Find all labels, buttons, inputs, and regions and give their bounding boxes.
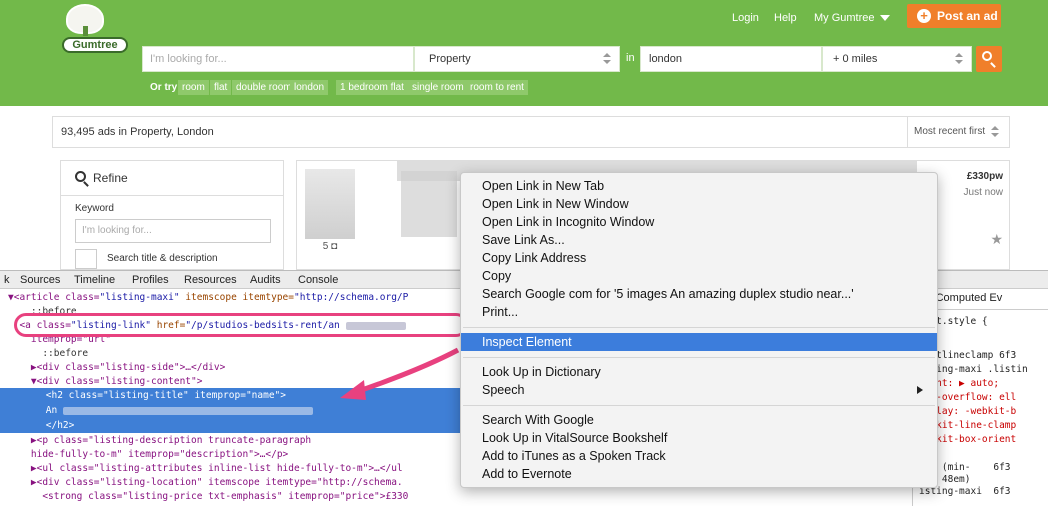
menu-separator [463, 405, 935, 406]
dom-node[interactable]: ▶<div class="listing-location" itemscope… [8, 475, 403, 490]
menu-separator [463, 357, 935, 358]
divider [61, 195, 283, 196]
sort-select[interactable]: Most recent first [907, 117, 1009, 147]
attr-value: "listing-maxi" [99, 292, 180, 303]
tree-icon [66, 4, 104, 36]
site-header: Gumtree Login Help My Gumtree + Post an … [0, 0, 1048, 106]
context-menu: Open Link in New Tab Open Link in New Wi… [460, 172, 938, 488]
menu-copy-link-address[interactable]: Copy Link Address [461, 249, 937, 267]
keyword-input[interactable]: I'm looking for... [75, 219, 271, 243]
select-arrows-icon [603, 53, 611, 65]
post-ad-label: Post an ad [937, 9, 998, 23]
tab-resources[interactable]: Resources [184, 274, 237, 286]
attr-value: "http://schema.org/P [293, 292, 409, 303]
results-count: 93,495 ads in Property, London [61, 126, 214, 138]
suggestion-tag[interactable]: flat [210, 80, 232, 95]
menu-vitalsource[interactable]: Look Up in VitalSource Bookshelf [461, 429, 937, 447]
plus-icon: + [917, 9, 931, 23]
logo-text[interactable]: Gumtree [62, 37, 128, 53]
node-text: An [0, 405, 58, 416]
dom-node[interactable]: ▶<div class="listing-side">…</div> [8, 360, 225, 375]
refine-panel: Refine Keyword I'm looking for... Search… [60, 160, 284, 270]
tab-audits[interactable]: Audits [250, 274, 281, 286]
listing-image [401, 171, 457, 237]
menu-separator [463, 327, 935, 328]
menu-inspect-element[interactable]: Inspect Element [461, 333, 937, 351]
dom-node[interactable]: ::before [8, 346, 88, 361]
suggestion-tag[interactable]: single room [408, 80, 468, 95]
menu-speech-label: Speech [482, 383, 525, 397]
search-input[interactable]: I'm looking for... [142, 46, 414, 72]
refine-title: Refine [93, 171, 128, 185]
dom-node[interactable]: ▼<article class="listing-maxi" itemscope… [8, 290, 408, 305]
photo-count: 5 ◘ [305, 241, 355, 252]
select-arrows-icon [955, 53, 963, 65]
listing-thumbnail[interactable] [305, 169, 355, 239]
camera-icon: ◘ [331, 241, 338, 252]
menu-speech[interactable]: Speech [461, 381, 937, 399]
attr-name: itemscope itemtype= [179, 292, 294, 303]
chevron-right-icon [917, 386, 923, 394]
post-ad-button[interactable]: + Post an ad [907, 4, 1001, 28]
distance-select[interactable]: + 0 miles [822, 46, 972, 72]
listing-price: £330pw [966, 171, 1003, 182]
tab-sources[interactable]: Sources [20, 274, 60, 286]
suggestion-tag[interactable]: room [178, 80, 209, 95]
distance-value: + 0 miles [833, 53, 878, 65]
menu-search-with-google[interactable]: Search With Google [461, 411, 937, 429]
results-bar: 93,495 ads in Property, London Most rece… [52, 116, 1010, 148]
location-input[interactable]: london [640, 46, 822, 72]
photo-count-value: 5 [322, 241, 329, 252]
my-gumtree-link[interactable]: My Gumtree [814, 12, 875, 24]
dom-node-selected[interactable]: </h2> [0, 418, 460, 433]
menu-print[interactable]: Print... [461, 303, 937, 321]
tag-text: ▼<article class= [8, 292, 100, 303]
dom-node-selected[interactable]: An [0, 403, 460, 418]
dom-node[interactable]: ▼<div class="listing-content"> [8, 374, 203, 389]
menu-open-new-tab[interactable]: Open Link in New Tab [461, 177, 937, 195]
login-link[interactable]: Login [732, 12, 759, 24]
search-icon [75, 171, 86, 182]
chevron-down-icon[interactable] [880, 15, 890, 21]
search-title-checkbox[interactable] [75, 249, 97, 269]
search-button[interactable] [976, 46, 1002, 72]
menu-look-up-dictionary[interactable]: Look Up in Dictionary [461, 363, 937, 381]
menu-itunes-spoken-track[interactable]: Add to iTunes as a Spoken Track [461, 447, 937, 465]
tab-profiles[interactable]: Profiles [132, 274, 169, 286]
sort-value: Most recent first [914, 126, 986, 137]
redacted-text [62, 406, 313, 415]
dom-node[interactable]: <strong class="listing-price txt-emphasi… [8, 489, 408, 504]
menu-copy[interactable]: Copy [461, 267, 937, 285]
menu-open-incognito[interactable]: Open Link in Incognito Window [461, 213, 937, 231]
suggestion-tag[interactable]: 1 bedroom flat [336, 80, 408, 95]
help-link[interactable]: Help [774, 12, 797, 24]
suggestion-tag[interactable]: room to rent [466, 80, 528, 95]
dom-node[interactable]: ▶<p class="listing-description truncate-… [8, 433, 311, 448]
suggestion-tag[interactable]: london [290, 80, 329, 95]
suggestion-tag[interactable]: double room [232, 80, 296, 95]
tab-timeline[interactable]: Timeline [74, 274, 115, 286]
menu-open-new-window[interactable]: Open Link in New Window [461, 195, 937, 213]
or-try-label: Or try [150, 82, 178, 93]
menu-save-link-as[interactable]: Save Link As... [461, 231, 937, 249]
dom-node-selected[interactable]: <h2 class="listing-title" itemprop="name… [0, 388, 460, 403]
tab-console[interactable]: Console [298, 274, 338, 286]
category-value: Property [429, 53, 471, 65]
listing-date: Just now [963, 187, 1003, 198]
keyword-label: Keyword [75, 203, 114, 214]
menu-add-to-evernote[interactable]: Add to Evernote [461, 465, 937, 483]
dom-node[interactable]: hide-fully-to-m" itemprop="description">… [8, 447, 288, 462]
in-label: in [626, 52, 635, 64]
annotation-oval [14, 313, 468, 337]
search-icon [982, 51, 992, 61]
menu-search-google[interactable]: Search Google com for '5 images An amazi… [461, 285, 937, 303]
select-arrows-icon [991, 126, 999, 138]
star-icon[interactable]: ★ [990, 231, 1003, 248]
tab-elements[interactable]: k [4, 274, 10, 286]
dom-node[interactable]: ▶<ul class="listing-attributes inline-li… [8, 461, 403, 476]
checkbox-label: Search title & description [107, 253, 218, 264]
category-select[interactable]: Property [414, 46, 620, 72]
